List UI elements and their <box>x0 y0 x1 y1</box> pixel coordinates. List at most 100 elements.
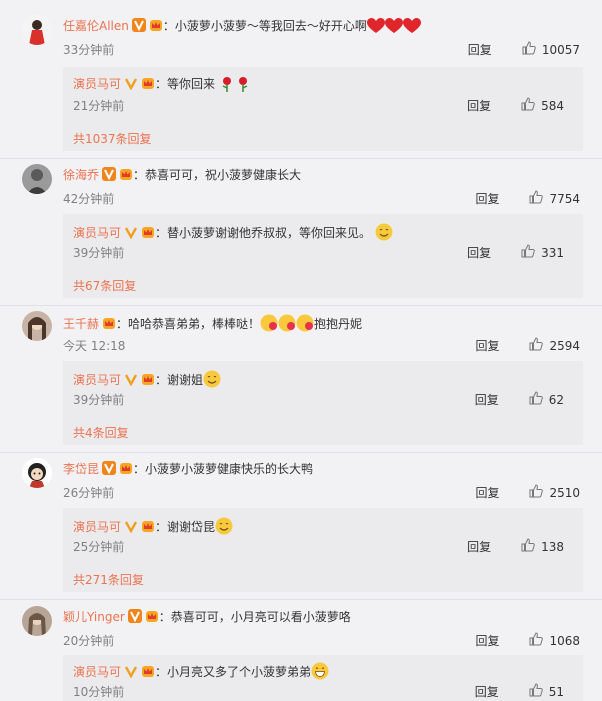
thumbs-up-icon <box>529 391 549 408</box>
commenter-name[interactable]: 徐海乔 <box>63 168 99 182</box>
like-button[interactable]: 51 <box>529 683 564 700</box>
divider <box>0 452 602 453</box>
reply-text: ：谢谢岱昆 <box>155 520 216 534</box>
like-count: 10057 <box>541 42 580 57</box>
thumbs-up-icon <box>521 538 541 555</box>
thumbs-up-icon <box>529 337 549 354</box>
reply-button[interactable]: 回复 <box>475 391 499 408</box>
commenter-name[interactable]: 王千赫 <box>63 317 99 331</box>
sub-reply: 演员马可 ：等你回来 21分钟前 回复 584 <box>63 67 583 121</box>
reply-button[interactable]: 回复 <box>475 190 499 207</box>
reply-text: ：替小菠萝谢谢他乔叔叔，等你回来见。 <box>155 226 372 240</box>
reply-button[interactable]: 回复 <box>467 97 491 114</box>
rose-icon <box>219 76 235 96</box>
more-replies-row <box>63 268 583 298</box>
comment-text: ：哈哈恭喜弟弟，棒棒哒！ <box>116 317 261 331</box>
like-button[interactable]: 331 <box>521 244 564 261</box>
commenter-name[interactable]: 任嘉伦Allen <box>63 19 129 33</box>
thumbs-up-icon <box>521 244 541 261</box>
like-count: 1068 <box>549 633 580 648</box>
thumbs-up-icon <box>529 190 549 207</box>
smile-emoji-icon <box>375 223 393 245</box>
verified-v-icon <box>102 461 117 475</box>
commenter-name[interactable]: 颖儿Yinger <box>63 610 125 624</box>
vip-crown-icon <box>145 609 159 623</box>
comment-text: ：小菠萝小菠萝～等我回去～好开心啊 <box>162 19 367 33</box>
more-replies-link[interactable]: 共1037条回复 <box>73 130 152 147</box>
like-button[interactable]: 138 <box>521 538 564 555</box>
like-count: 51 <box>548 684 564 699</box>
replier-name[interactable]: 演员马可 <box>73 373 121 387</box>
kiss-emoji-icon <box>260 314 278 336</box>
comment-time: 20分钟前 <box>63 634 115 648</box>
reply-time: 25分钟前 <box>73 540 125 554</box>
like-button[interactable]: 10057 <box>522 41 580 58</box>
replier-name[interactable]: 演员马可 <box>73 665 121 679</box>
vip-crown-icon <box>141 76 155 90</box>
verified-v-icon <box>102 167 117 181</box>
divider <box>0 599 602 600</box>
thumbs-up-icon <box>529 632 549 649</box>
like-button[interactable]: 2510 <box>529 484 580 501</box>
more-replies-link[interactable]: 共271条回复 <box>73 571 144 588</box>
thumbs-up-icon <box>522 41 542 58</box>
verified-v-icon <box>124 519 138 534</box>
like-count: 584 <box>541 98 564 113</box>
user-avatar-cartoon-icon[interactable] <box>22 458 52 488</box>
like-button[interactable]: 1068 <box>529 632 580 649</box>
like-count: 62 <box>548 392 564 407</box>
smile-emoji-icon <box>203 370 221 392</box>
user-avatar-red-icon[interactable] <box>22 15 52 45</box>
reply-button[interactable]: 回复 <box>475 484 499 501</box>
replier-name[interactable]: 演员马可 <box>73 226 121 240</box>
comment-text: ：恭喜可可，小月亮可以看小菠萝咯 <box>158 610 351 624</box>
like-button[interactable]: 7754 <box>529 190 580 207</box>
user-avatar-gray-icon[interactable] <box>22 164 52 194</box>
reply-button[interactable]: 回复 <box>475 683 499 700</box>
like-button[interactable]: 2594 <box>529 337 580 354</box>
user-avatar-woman-icon[interactable] <box>22 311 52 341</box>
reply-button[interactable]: 回复 <box>468 41 492 58</box>
vip-crown-icon <box>119 461 133 475</box>
comment-text: ：小菠萝小菠萝健康快乐的长大鸭 <box>133 462 314 476</box>
commenter-name[interactable]: 李岱昆 <box>63 462 99 476</box>
heart-icon <box>384 18 403 38</box>
vip-crown-icon <box>149 18 163 32</box>
thumbs-up-icon <box>529 484 549 501</box>
reply-text: ：等你回来 <box>155 77 216 91</box>
reply-button[interactable]: 回复 <box>467 538 491 555</box>
kiss-emoji-icon <box>278 314 296 336</box>
rose-icon <box>235 76 251 96</box>
more-replies-row <box>63 415 583 445</box>
user-avatar-woman2-icon[interactable] <box>22 606 52 636</box>
like-count: 7754 <box>549 191 580 206</box>
verified-v-icon <box>124 76 138 91</box>
smile-emoji-icon <box>215 517 233 539</box>
reply-time: 10分钟前 <box>73 685 125 699</box>
heart-icon <box>366 18 385 38</box>
like-button[interactable]: 62 <box>529 391 564 408</box>
sub-reply: 演员马可 ：替小菠萝谢谢他乔叔叔，等你回来见。 39分钟前 回复 331 <box>63 214 583 268</box>
verified-v-icon <box>124 664 138 679</box>
grin-emoji-icon <box>311 662 329 684</box>
comment-time: 33分钟前 <box>63 43 115 57</box>
reply-time: 39分钟前 <box>73 246 125 260</box>
reply-button[interactable]: 回复 <box>475 632 499 649</box>
sub-reply: 演员马可 ：小月亮又多了个小菠萝弟弟 10分钟前 回复 51 <box>63 655 583 701</box>
replier-name[interactable]: 演员马可 <box>73 77 121 91</box>
like-button[interactable]: 584 <box>521 97 564 114</box>
reply-button[interactable]: 回复 <box>467 244 491 261</box>
verified-v-icon <box>127 609 142 623</box>
reply-button[interactable]: 回复 <box>475 337 499 354</box>
more-replies-link[interactable]: 共4条回复 <box>73 424 129 441</box>
thumbs-up-icon <box>521 97 541 114</box>
comment-feed: 任嘉伦Allen ：小菠萝小菠萝～等我回去～好开心啊 33分钟前 回复 10057… <box>0 0 602 701</box>
vip-crown-icon <box>119 167 133 181</box>
divider <box>0 158 602 159</box>
heart-icon <box>402 18 421 38</box>
replier-name[interactable]: 演员马可 <box>73 520 121 534</box>
comment-time: 26分钟前 <box>63 486 115 500</box>
more-replies-link[interactable]: 共67条回复 <box>73 277 136 294</box>
comment-text-tail: 抱抱丹妮 <box>314 317 363 331</box>
comment-text: ：恭喜可可，祝小菠萝健康长大 <box>133 168 302 182</box>
